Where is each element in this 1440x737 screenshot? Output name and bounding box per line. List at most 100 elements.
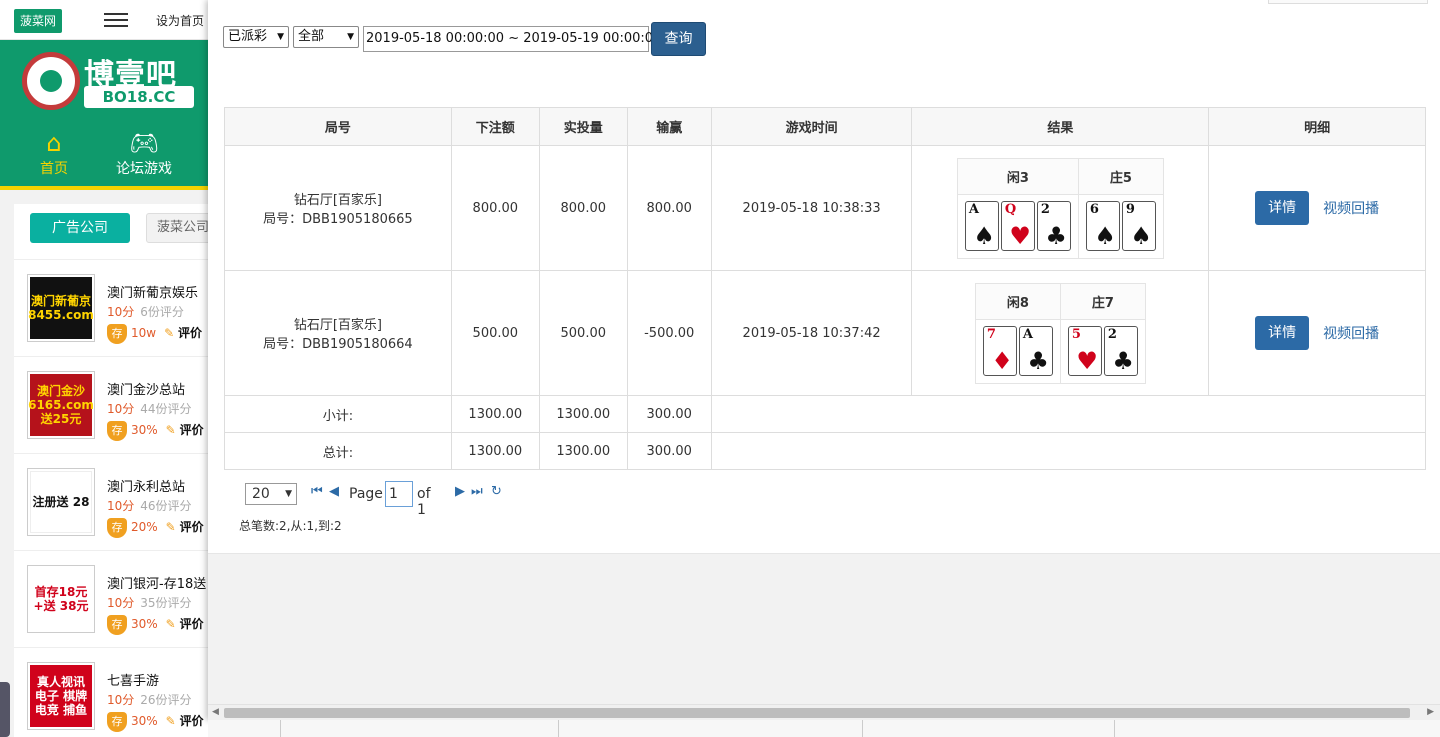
- rate-link[interactable]: 评价: [178, 326, 202, 340]
- last-page-icon[interactable]: ⏭: [471, 484, 483, 499]
- baccarat-result: 闲8 庄7 7 ♦ A ♣ 5 ♥ 2 ♣: [974, 282, 1146, 384]
- rate-link[interactable]: 评价: [180, 423, 204, 437]
- scroll-right-icon[interactable]: ▶: [1427, 707, 1434, 717]
- heart-icon: ♥: [1009, 222, 1031, 250]
- nav-home[interactable]: ⌂ 首页: [14, 128, 94, 190]
- col-detail: 明细: [1208, 107, 1426, 146]
- playing-card: A ♠: [964, 201, 999, 251]
- result-cell: 闲3 庄5 A ♠ Q ♥ 2 ♣ 6 ♠ 9 ♠: [911, 145, 1210, 271]
- deposit-shield-icon: 存: [107, 518, 127, 538]
- edit-icon: ✎: [165, 520, 176, 534]
- scrollbar-thumb[interactable]: [224, 708, 1410, 718]
- first-page-icon[interactable]: ⏮: [311, 484, 323, 499]
- rate-link[interactable]: 评价: [180, 714, 204, 728]
- deposit-shield-icon: 存: [107, 324, 127, 344]
- ad-thumbnail[interactable]: 注册送 28: [27, 468, 95, 536]
- ad-name[interactable]: 澳门银河-存18送: [107, 573, 206, 592]
- page-size-select[interactable]: 20 ▼: [245, 483, 297, 505]
- round-cell: 钻石厅[百家乐] 局号：DBB1905180664: [224, 270, 452, 396]
- subtotal-win: 300.00: [626, 395, 712, 433]
- col-result: 结果: [911, 107, 1210, 146]
- ad-name[interactable]: 澳门金沙总站: [107, 379, 185, 398]
- ad-name[interactable]: 澳门永利总站: [107, 476, 185, 495]
- round-cell: 钻石厅[百家乐] 局号：DBB1905180665: [224, 145, 452, 271]
- home-icon: ⌂: [46, 129, 62, 157]
- total-bet: 1300.00: [450, 432, 540, 470]
- tab-ad-company[interactable]: 广告公司: [30, 213, 130, 243]
- playing-card: 6 ♠: [1085, 201, 1120, 251]
- ad-thumbnail[interactable]: 澳门金沙 6165.com 送25元: [27, 371, 95, 439]
- video-replay-link[interactable]: 视频回播: [1323, 323, 1379, 343]
- set-homepage-link[interactable]: 设为首页: [156, 12, 204, 29]
- deposit-shield-icon: 存: [107, 615, 127, 635]
- col-time: 游戏时间: [710, 107, 913, 146]
- next-page-icon[interactable]: ▶: [455, 484, 465, 499]
- playing-card: 2 ♣: [1103, 326, 1138, 376]
- ad-score: 10分 46份评分: [107, 499, 192, 513]
- ad-meta: 存 30% ✎ 评价: [107, 421, 204, 441]
- ad-meta: 存 30% ✎ 评价: [107, 712, 204, 732]
- roulette-wheel-icon: [22, 52, 80, 110]
- detail-cell: 详情 视频回播: [1208, 270, 1426, 396]
- ad-thumbnail[interactable]: 首存18元+送 38元: [27, 565, 95, 633]
- detail-cell: 详情 视频回播: [1208, 145, 1426, 271]
- banker-label: 庄7: [1059, 282, 1146, 320]
- table-header-row: 局号 下注额 实投量 输赢 游戏时间 结果 明细: [224, 107, 1426, 146]
- subtotal-bet: 1300.00: [450, 395, 540, 433]
- ad-item[interactable]: 澳门新葡京 8455.com 澳门新葡京娱乐 10分 6份评分 存 10w ✎ 评价: [14, 259, 214, 356]
- hall-name: 钻石厅[百家乐]: [293, 318, 382, 333]
- type-select[interactable]: 全部 ▼: [293, 26, 359, 48]
- rate-link[interactable]: 评价: [180, 617, 204, 631]
- prev-page-icon[interactable]: ◀: [329, 484, 339, 499]
- ad-item[interactable]: 首存18元+送 38元 澳门银河-存18送 10分 35份评分 存 30% ✎ 评价: [14, 550, 214, 647]
- gamepad-icon: 🎮︎: [128, 129, 160, 157]
- ad-item[interactable]: 澳门金沙 6165.com 送25元 澳门金沙总站 10分 44份评分 存 30% ✎…: [14, 356, 214, 453]
- ad-item[interactable]: 真人视讯 电子 棋牌 电竞 捕鱼 七喜手游 10分 26份评分 存 30% ✎ 评价: [14, 647, 214, 737]
- detail-button[interactable]: 详情: [1255, 191, 1310, 225]
- nav-forum-label: 论坛游戏: [116, 161, 172, 177]
- ad-thumbnail[interactable]: 真人视讯 电子 棋牌 电竞 捕鱼: [27, 662, 95, 730]
- query-button[interactable]: 查询: [651, 22, 706, 56]
- logo-domain: BO18.CC: [84, 86, 194, 108]
- banker-label: 庄5: [1077, 157, 1164, 195]
- date-range-input[interactable]: 2019-05-18 00:00:00 ~ 2019-05-19 00:00:0…: [363, 26, 661, 52]
- hamburger-menu-icon[interactable]: [104, 13, 128, 27]
- subtotal-valid: 1300.00: [538, 395, 628, 433]
- bet-cell: 800.00: [450, 145, 540, 271]
- time-cell: 2019-05-18 10:37:42: [710, 270, 913, 396]
- status-select[interactable]: 已派彩 ▼: [223, 26, 289, 48]
- valid-cell: 500.00: [538, 270, 628, 396]
- side-scroll-handle[interactable]: [0, 682, 10, 737]
- spade-icon: ♠: [973, 222, 995, 250]
- ad-meta: 存 10w ✎ 评价: [107, 324, 202, 344]
- detail-button[interactable]: 详情: [1255, 316, 1310, 350]
- ad-item[interactable]: 注册送 28 澳门永利总站 10分 46份评分 存 20% ✎ 评价: [14, 453, 214, 550]
- horizontal-scrollbar[interactable]: ◀ ▶: [208, 704, 1440, 720]
- video-replay-link[interactable]: 视频回播: [1323, 198, 1379, 218]
- brand-badge[interactable]: 菠菜网: [14, 9, 63, 33]
- bet-record-panel: 已派彩 ▼ 全部 ▼ 2019-05-18 00:00:00 ~ 2019-05-1…: [208, 0, 1440, 720]
- win-cell: -500.00: [626, 270, 712, 396]
- time-cell: 2019-05-18 10:38:33: [710, 145, 913, 271]
- total-label: 总计:: [224, 432, 452, 470]
- hall-name: 钻石厅[百家乐]: [293, 193, 382, 208]
- player-cards: 7 ♦ A ♣: [974, 318, 1061, 384]
- page-number-input[interactable]: 1: [385, 481, 413, 507]
- bet-record-table: 局号 下注额 实投量 输赢 游戏时间 结果 明细 钻石厅[百家乐] 局号：DBB…: [224, 107, 1427, 470]
- deposit-shield-icon: 存: [107, 421, 127, 441]
- heart-icon: ♥: [1076, 347, 1098, 375]
- playing-card: 7 ♦: [982, 326, 1017, 376]
- site-logo[interactable]: 博壹吧 BO18.CC: [20, 52, 200, 112]
- baccarat-result: 闲3 庄5 A ♠ Q ♥ 2 ♣ 6 ♠ 9 ♠: [956, 157, 1164, 259]
- ad-score: 10分 6份评分: [107, 305, 184, 319]
- nav-forum-games[interactable]: 🎮︎ 论坛游戏: [104, 128, 184, 186]
- ad-name[interactable]: 澳门新葡京娱乐: [107, 282, 198, 301]
- ad-thumbnail[interactable]: 澳门新葡京 8455.com: [27, 274, 95, 342]
- edit-icon: ✎: [165, 714, 176, 728]
- refresh-icon[interactable]: ↻: [491, 484, 502, 499]
- rate-link[interactable]: 评价: [180, 520, 204, 534]
- ad-name[interactable]: 七喜手游: [107, 670, 159, 689]
- scroll-left-icon[interactable]: ◀: [212, 707, 219, 717]
- playing-card: 9 ♠: [1121, 201, 1156, 251]
- deposit-shield-icon: 存: [107, 712, 127, 732]
